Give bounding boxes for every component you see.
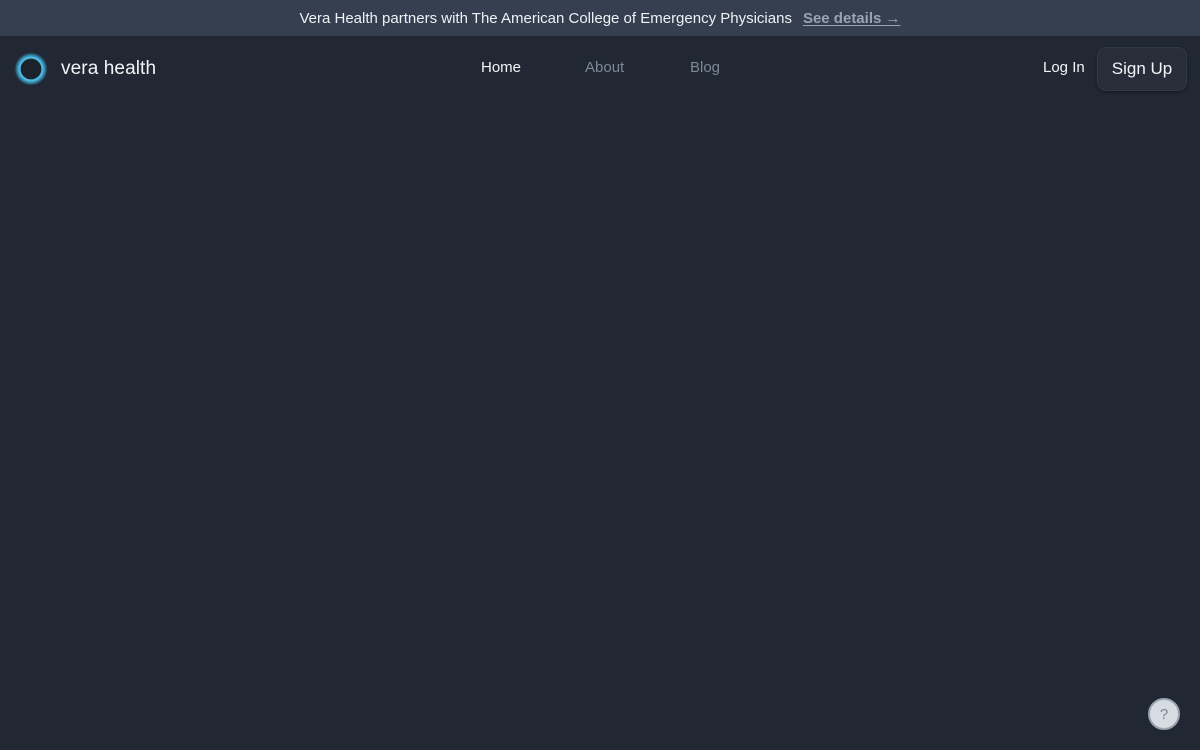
nav-about[interactable]: About [585,59,624,76]
announcement-text: Vera Health partners with The American C… [299,9,792,27]
brand-home-link[interactable]: vera health [14,52,156,86]
nav-blog[interactable]: Blog [690,59,720,76]
announcement-bar: Vera Health partners with The American C… [0,0,1200,36]
see-details-link[interactable]: See details → [803,10,901,27]
question-icon: ? [1159,705,1169,723]
nav-home[interactable]: Home [481,59,521,76]
brand-name: vera health [61,58,157,79]
page: Vera Health partners with The American C… [0,0,1200,750]
signup-button[interactable]: Sign Up [1097,47,1187,91]
help-button[interactable]: ? [1148,698,1180,730]
ring-logo-icon [14,52,48,86]
navbar: vera health Home About Blog Log In Sign … [0,36,1200,102]
login-link[interactable]: Log In [1043,59,1085,76]
